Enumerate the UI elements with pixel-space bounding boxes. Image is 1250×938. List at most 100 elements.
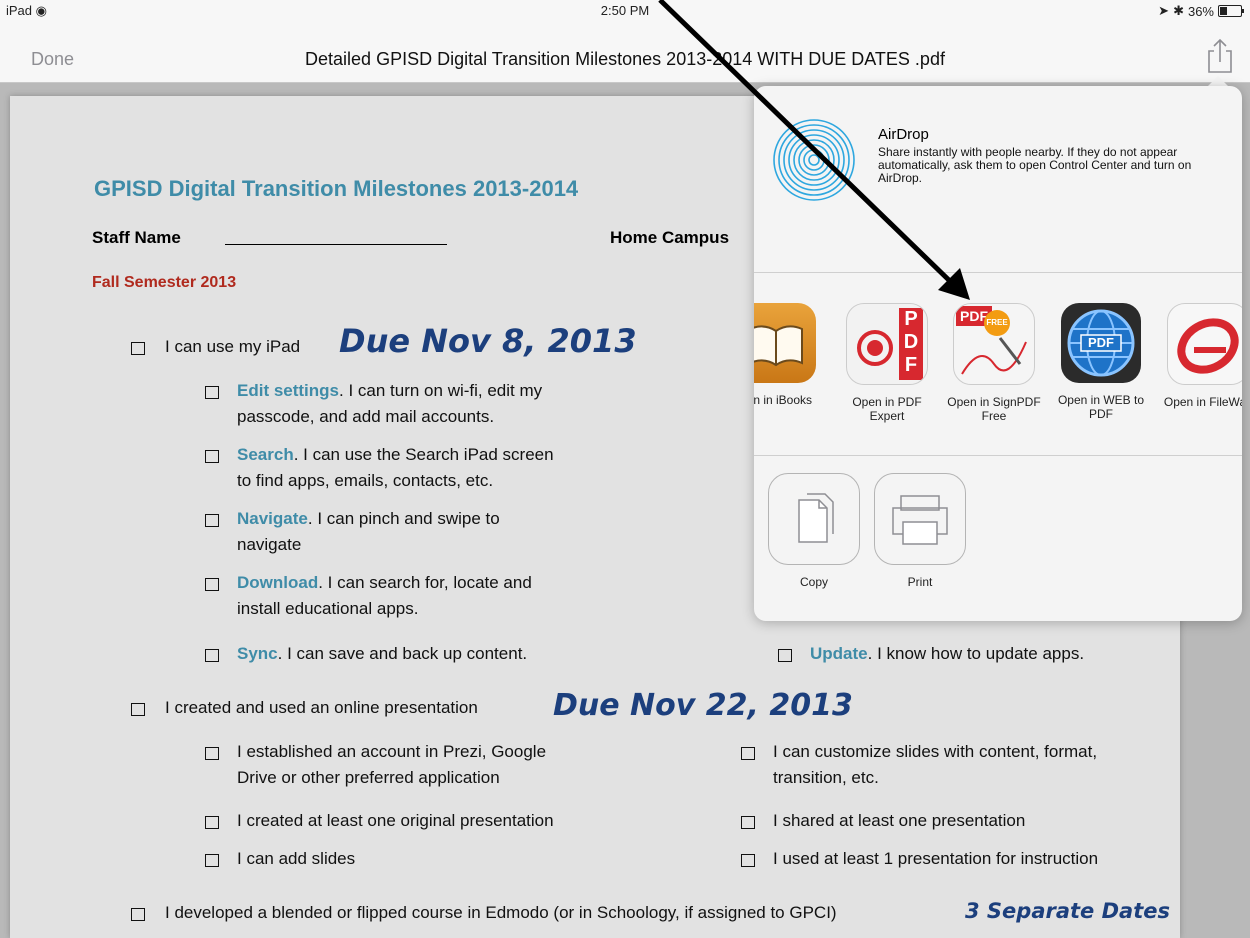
open-in-apps-row: pen in iBooks P D F Open in PDF Expert P… xyxy=(754,273,1242,456)
due-date-3: 3 Separate Dates xyxy=(965,899,1170,923)
location-icon: ➤ xyxy=(1158,3,1170,18)
checkbox xyxy=(205,514,219,527)
app-label: Open in PDF Expert xyxy=(852,395,922,423)
checkbox xyxy=(741,854,755,867)
list-item: I used at least 1 presentation for instr… xyxy=(773,849,1099,868)
list-item: I established an account in Prezi, Googl… xyxy=(237,742,547,761)
item-keyword: Sync xyxy=(237,644,278,663)
doc-heading: GPISD Digital Transition Milestones 2013… xyxy=(94,176,579,201)
app-label: Open in WEB to PDF xyxy=(1057,393,1145,421)
open-in-ibooks-button[interactable]: pen in iBooks xyxy=(754,303,824,407)
pdf-letters: P D F xyxy=(899,308,923,380)
open-in-signpdf-button[interactable]: PDF FREE Open in SignPDF Free xyxy=(946,303,1042,423)
checkbox xyxy=(205,747,219,760)
document-title: Detailed GPISD Digital Transition Milest… xyxy=(305,49,945,69)
item-text: . I can use the Search iPad screen xyxy=(293,445,554,464)
navigation-bar: Done Detailed GPISD Digital Transition M… xyxy=(0,20,1250,83)
copy-icon xyxy=(768,473,860,565)
checkbox xyxy=(741,816,755,829)
list-item: I created at least one original presenta… xyxy=(237,811,554,830)
airdrop-row[interactable]: AirDrop Share instantly with people near… xyxy=(754,86,1242,273)
fileway-icon xyxy=(1167,303,1242,385)
bluetooth-icon: ✱ xyxy=(1173,3,1184,18)
item-keyword: Update xyxy=(810,644,868,663)
app-label: pen in iBooks xyxy=(754,393,813,407)
checkbox xyxy=(205,450,219,463)
semester-heading: Fall Semester 2013 xyxy=(92,274,237,291)
battery-percent: 36% xyxy=(1187,3,1214,19)
checkbox xyxy=(205,386,219,399)
action-label: Copy xyxy=(799,575,828,589)
web-to-pdf-icon: PDF xyxy=(1061,303,1141,383)
list-item: Sync. I can save and back up content. xyxy=(237,643,527,665)
item-text: . I can turn on wi-fi, edit my xyxy=(339,381,543,400)
share-icon[interactable] xyxy=(1204,38,1236,74)
open-in-pdf-expert-button[interactable]: P D F Open in PDF Expert xyxy=(839,303,935,423)
clock: 2:50 PM xyxy=(600,3,650,18)
pdf-expert-icon: P D F xyxy=(846,303,928,385)
share-sheet: AirDrop Share instantly with people near… xyxy=(754,86,1242,621)
staff-name-label: Staff Name xyxy=(92,228,181,247)
battery-fill xyxy=(1220,7,1227,15)
item-keyword: Navigate xyxy=(237,509,308,528)
print-button[interactable]: Print xyxy=(874,473,966,589)
signature-drawing xyxy=(961,337,1027,375)
list-item: Edit settings. I can turn on wi-fi, edit… xyxy=(237,380,542,402)
item-text-line2: navigate xyxy=(237,535,302,554)
item-text-line2: passcode, and add mail accounts. xyxy=(237,407,495,426)
item-text: . I can pinch and swipe to xyxy=(307,509,500,528)
open-in-fileway-button[interactable]: Open in FileWay xyxy=(1160,303,1242,409)
app-label: Open in FileWay xyxy=(1163,395,1242,409)
list-item: I can add slides xyxy=(237,849,356,868)
section1-text: I can use my iPad xyxy=(165,337,301,356)
staff-name-line xyxy=(225,244,447,245)
action-label: Print xyxy=(907,575,933,589)
checkbox xyxy=(778,649,792,662)
item-text-line2: Drive or other preferred application xyxy=(237,768,500,787)
free-badge: FREE xyxy=(984,310,1010,336)
airdrop-title: AirDrop xyxy=(878,126,929,143)
airdrop-icon xyxy=(773,119,855,201)
list-item: Update. I know how to update apps. xyxy=(810,643,1084,665)
section3-text: I developed a blended or flipped course … xyxy=(165,903,837,922)
item-text-line2: install educational apps. xyxy=(237,599,419,618)
item-keyword: Download xyxy=(237,573,319,592)
item-text-line2: transition, etc. xyxy=(773,768,879,787)
status-right: ➤ ✱ 36% xyxy=(1158,3,1244,19)
ibooks-icon xyxy=(754,303,816,383)
status-bar: iPad ◉ 2:50 PM ➤ ✱ 36% xyxy=(0,0,1250,20)
checkbox xyxy=(131,908,145,921)
item-keyword: Search xyxy=(237,445,294,464)
pdf-tag: PDF xyxy=(1088,335,1114,350)
item-text: . I know how to update apps. xyxy=(867,644,1085,663)
app-label: Open in SignPDF Free xyxy=(947,395,1041,423)
checkbox xyxy=(205,649,219,662)
battery-icon xyxy=(1218,5,1244,17)
checkbox xyxy=(205,816,219,829)
list-item: Navigate. I can pinch and swipe to xyxy=(237,508,500,530)
item-text-line2: to find apps, emails, contacts, etc. xyxy=(237,471,494,490)
checkbox xyxy=(131,342,145,355)
copy-button[interactable]: Copy xyxy=(768,473,860,589)
section2-text: I created and used an online presentatio… xyxy=(165,698,478,717)
item-text: . I can save and back up content. xyxy=(277,644,528,663)
checkbox xyxy=(741,747,755,760)
print-icon xyxy=(874,473,966,565)
list-item: Download. I can search for, locate and xyxy=(237,572,532,594)
list-item: I can customize slides with content, for… xyxy=(773,742,1098,761)
list-item: Search. I can use the Search iPad screen xyxy=(237,444,554,466)
checkbox xyxy=(205,854,219,867)
open-in-web-to-pdf-button[interactable]: PDF Open in WEB to PDF xyxy=(1053,303,1149,421)
item-keyword: Edit settings xyxy=(237,381,340,400)
actions-row: Copy Print xyxy=(754,456,1242,621)
checkbox xyxy=(131,703,145,716)
checkbox xyxy=(205,578,219,591)
home-campus-label: Home Campus xyxy=(610,228,730,247)
signpdf-icon: PDF FREE xyxy=(953,303,1035,385)
list-item: I shared at least one presentation xyxy=(773,811,1026,830)
item-text: . I can search for, locate and xyxy=(318,573,532,592)
airdrop-description: Share instantly with people nearby. If t… xyxy=(878,145,1192,185)
due-date-2: Due Nov 22, 2013 xyxy=(553,688,853,723)
pdf-expert-swirl xyxy=(857,330,893,366)
due-date-1: Due Nov 8, 2013 xyxy=(339,322,637,360)
